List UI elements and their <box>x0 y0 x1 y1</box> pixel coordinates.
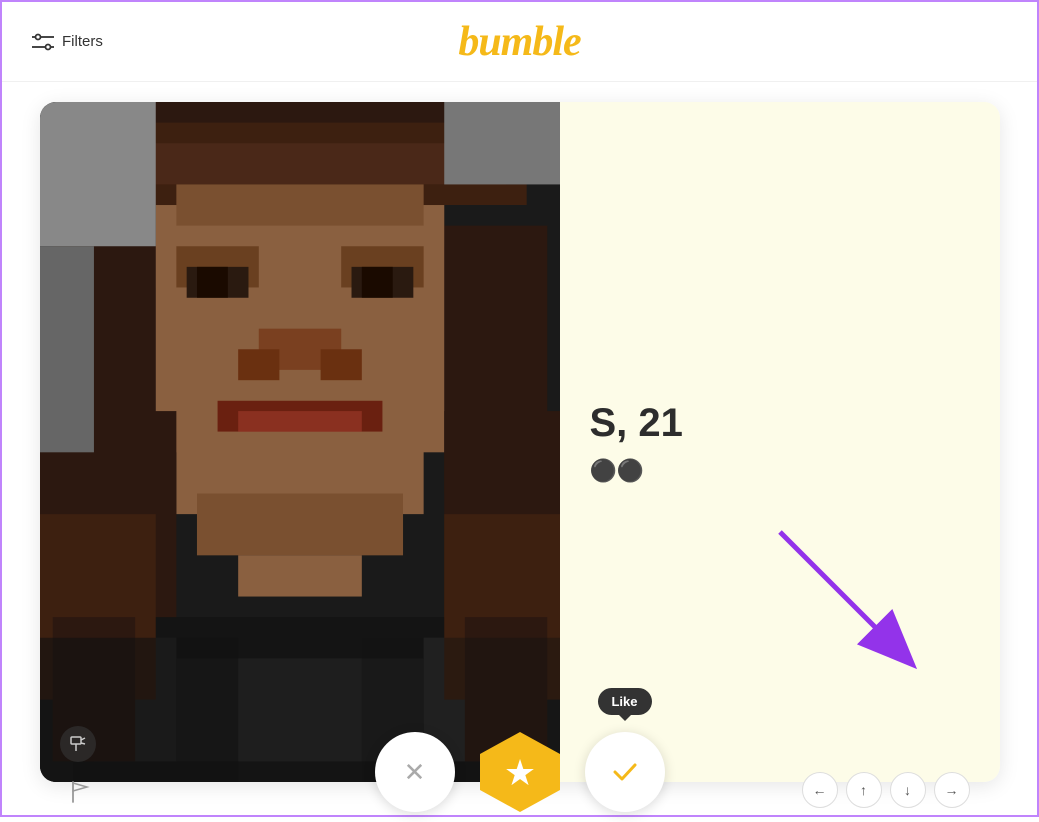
left-arrow-icon: ← <box>813 782 827 798</box>
right-arrow-icon: → <box>945 782 959 798</box>
profile-info: S, 21 ⚫⚫ <box>560 102 1000 782</box>
checkmark-icon <box>610 757 640 787</box>
like-tooltip: Like <box>597 688 651 715</box>
app-header: Filters bumble <box>2 2 1037 82</box>
dislike-icon: ✕ <box>404 757 426 788</box>
superlike-button[interactable]: ★ <box>475 727 565 817</box>
filters-button[interactable]: Filters <box>32 33 103 51</box>
svg-text:★: ★ <box>503 752 535 793</box>
nav-down-button[interactable]: ↓ <box>890 772 926 808</box>
superlike-icon: ★ <box>475 727 565 817</box>
nav-left-button[interactable]: ← <box>802 772 838 808</box>
navigation-arrows: ← ↑ ↓ → <box>802 772 970 808</box>
profile-photo <box>40 102 560 782</box>
flag-icon <box>70 781 90 803</box>
app-logo: bumble <box>458 18 580 66</box>
nav-up-button[interactable]: ↑ <box>846 772 882 808</box>
flag-button[interactable] <box>70 781 90 808</box>
filters-label: Filters <box>62 33 103 50</box>
nav-right-button[interactable]: → <box>934 772 970 808</box>
up-arrow-icon: ↑ <box>860 782 867 798</box>
like-button[interactable]: Like <box>585 732 665 812</box>
profile-card: S, 21 ⚫⚫ <box>40 102 1000 782</box>
pixelated-photo <box>40 102 560 782</box>
down-arrow-icon: ↓ <box>904 782 911 798</box>
status-icon: ⚫⚫ <box>590 458 645 484</box>
main-content: S, 21 ⚫⚫ ✕ <box>2 82 1037 819</box>
profile-name-age: S, 21 <box>590 401 970 446</box>
profile-status: ⚫⚫ <box>590 458 970 484</box>
filters-icon <box>32 33 54 51</box>
dislike-button[interactable]: ✕ <box>375 732 455 812</box>
